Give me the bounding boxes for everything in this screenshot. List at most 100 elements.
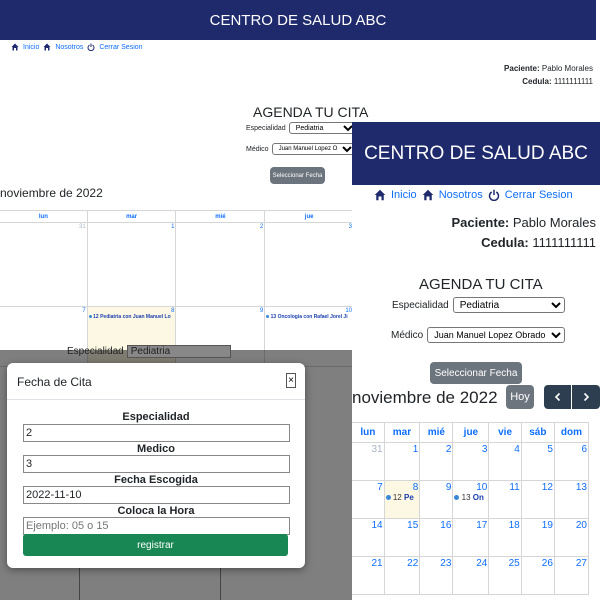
day-number: 8 <box>412 482 419 493</box>
specialty-select[interactable]: Pediatria <box>288 122 357 134</box>
behind-modal-specialty: Especialidad Pediatria <box>67 345 232 358</box>
specialty-select[interactable]: Pediatria <box>452 297 565 313</box>
day-number: 4 <box>514 444 520 455</box>
doctor-select[interactable]: Juan Manuel Lopez Obrador <box>427 327 566 343</box>
specialty-label: Especialidad <box>392 299 449 311</box>
day-cell[interactable]: 1 <box>86 222 177 307</box>
day-cell[interactable]: 15 <box>383 518 421 557</box>
day-cell[interactable]: 23 <box>419 556 454 595</box>
day-cell[interactable]: 3 <box>452 442 490 481</box>
day-cell[interactable]: 31 <box>352 442 385 481</box>
nav-logout-link[interactable]: Cerrar Sesion <box>99 44 142 51</box>
day-cell[interactable]: 6 <box>553 442 590 481</box>
modal-specialty-label: Especialidad <box>122 411 190 423</box>
day-number: 9 <box>445 482 452 493</box>
day-number: 2 <box>259 224 264 230</box>
doctor-select[interactable]: Juan Manuel Lopez Obrador <box>271 143 356 155</box>
day-number: 1 <box>412 444 419 455</box>
power-icon <box>488 189 499 201</box>
day-cell[interactable]: 5 <box>520 442 555 481</box>
day-number: 21 <box>371 558 383 569</box>
day-cell[interactable]: 13 <box>553 480 590 519</box>
day-number: 31 <box>371 444 383 455</box>
day-cell[interactable]: 24 <box>452 556 490 595</box>
day-cell[interactable]: 16 <box>419 518 454 557</box>
modal-specialty-input[interactable] <box>23 424 290 442</box>
day-number: 16 <box>440 520 452 531</box>
nav-home-link[interactable]: Inicio <box>391 189 417 201</box>
day-cell[interactable]: 12 <box>520 480 555 519</box>
nav-about-link[interactable]: Nosotros <box>439 189 483 201</box>
specialty-row: Especialidad Pediatria <box>392 297 565 313</box>
calendar-event[interactable]: 13 Oncologia con Rafael Jorel Ji <box>266 314 348 320</box>
day-number: 17 <box>476 520 488 531</box>
modal-date-input[interactable] <box>23 486 290 504</box>
day-cell[interactable]: 11 <box>488 480 522 519</box>
chevron-right-icon <box>583 392 590 401</box>
day-cell[interactable]: 21 <box>352 556 385 595</box>
day-cell[interactable]: 4 <box>488 442 522 481</box>
day-cell[interactable]: 17 <box>452 518 490 557</box>
nav-about-link[interactable]: Nosotros <box>55 44 83 51</box>
patient-id: 1111111111 <box>532 235 596 250</box>
day-cell[interactable]: 27 <box>553 556 590 595</box>
chevron-left-icon <box>554 392 560 401</box>
day-cell[interactable]: 9 <box>419 480 454 519</box>
day-number: 31 <box>79 224 86 230</box>
home-icon <box>11 43 19 51</box>
patient-name: Pablo Morales <box>512 215 596 230</box>
calendar-event[interactable]: 13 On <box>454 493 487 502</box>
patient-name: Pablo Morales <box>541 64 593 73</box>
day-cell[interactable]: 7 <box>352 480 385 519</box>
weekday-jue: jue <box>264 210 354 223</box>
event-dot-icon <box>385 495 391 500</box>
register-button[interactable]: registrar <box>23 534 288 556</box>
nav-bar: Inicio Nosotros Cerrar Sesion <box>11 43 143 51</box>
day-number: 7 <box>82 308 86 314</box>
next-month-button[interactable] <box>572 385 600 409</box>
day-number: 7 <box>377 482 383 493</box>
day-cell[interactable]: 20 <box>553 518 590 557</box>
day-number: 12 <box>541 482 553 493</box>
modal-title: Fecha de Cita <box>17 375 92 389</box>
day-cell[interactable]: 19 <box>520 518 555 557</box>
home-icon <box>422 189 433 201</box>
today-button[interactable]: Hoy <box>506 385 534 409</box>
day-cell[interactable]: 2 <box>419 442 454 481</box>
day-cell-today[interactable]: 8 12 Pe <box>383 480 421 519</box>
app-header: CENTRO DE SALUD ABC <box>0 0 596 40</box>
select-date-button[interactable]: Seleccionar Fecha <box>270 167 325 184</box>
day-number: 22 <box>407 558 419 569</box>
day-cell[interactable]: 26 <box>520 556 555 595</box>
modal-divider <box>7 399 305 400</box>
day-cell[interactable]: 25 <box>488 556 522 595</box>
day-number: 1 <box>171 224 175 230</box>
calendar-event[interactable]: 12 Pediatria con Juan Manuel Lo <box>88 314 171 320</box>
day-cell[interactable]: 18 <box>488 518 522 557</box>
calendar-event[interactable]: 12 Pe <box>385 493 419 502</box>
day-cell[interactable]: 2 <box>175 222 266 307</box>
modal-doctor-input[interactable] <box>23 455 290 473</box>
weekday-mar: mar <box>86 210 177 223</box>
day-number: 11 <box>509 482 520 493</box>
modal-doctor-label: Medico <box>137 443 175 455</box>
modal-hour-input[interactable] <box>23 517 290 535</box>
nav-home-link[interactable]: Inicio <box>23 44 39 51</box>
modal-close-button[interactable]: × <box>286 373 296 388</box>
day-cell[interactable]: 14 <box>352 518 385 557</box>
behind-grid-lines <box>220 565 221 600</box>
day-cell[interactable]: 1 <box>383 442 421 481</box>
day-cell[interactable]: 3 <box>264 222 354 307</box>
specialty-row: Especialidad Pediatria <box>246 122 357 134</box>
nav-logout-link[interactable]: Cerrar Sesion <box>505 189 573 201</box>
prev-month-button[interactable] <box>544 385 571 409</box>
select-date-button[interactable]: Seleccionar Fecha <box>430 362 522 384</box>
day-cell[interactable]: 10 13 On <box>452 480 490 519</box>
day-cell[interactable]: 31 <box>0 222 88 307</box>
home-icon <box>374 189 386 201</box>
calendar-grid: lun mar mié jue vie sáb dom 31 1 2 3 4 5… <box>352 422 590 595</box>
day-cell[interactable]: 22 <box>383 556 421 595</box>
weekday-sab: sáb <box>520 422 555 443</box>
day-number: 3 <box>481 444 488 455</box>
weekday-mar: mar <box>383 422 421 443</box>
